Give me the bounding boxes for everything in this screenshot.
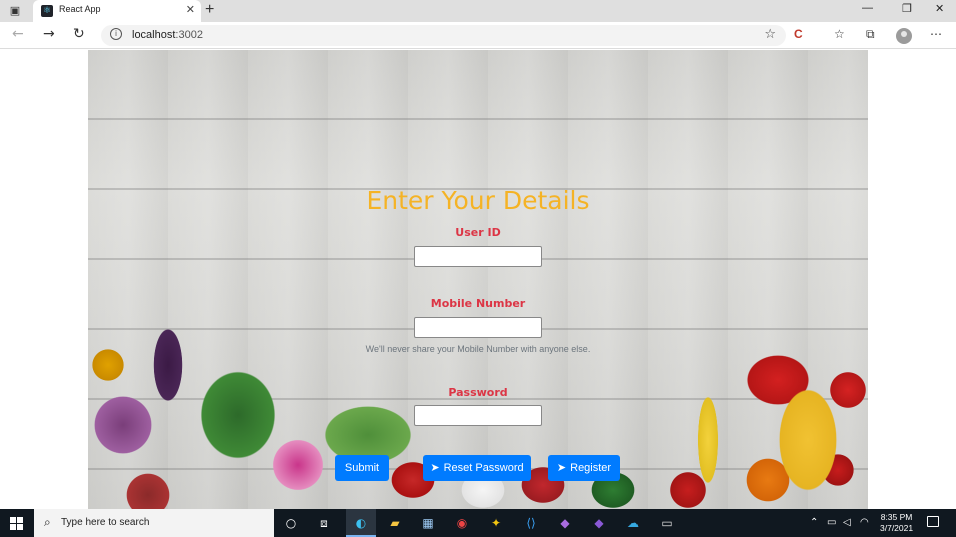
minimize-button[interactable]: — [862,2,873,14]
favorites-icon[interactable]: ☆ [834,27,845,41]
favorite-star-icon[interactable]: ☆ [764,27,776,42]
clock-date: 3/7/2021 [880,523,914,533]
store-icon[interactable]: ▦ [419,514,437,532]
visual-studio-alt-icon[interactable]: ◆ [590,514,608,532]
file-explorer-icon[interactable]: ▰ [386,514,404,532]
profile-avatar[interactable] [896,28,912,44]
register-label: Register [570,462,612,474]
search-icon: ⌕ [44,515,51,529]
docker-icon[interactable]: ☁ [624,514,642,532]
url-host: localhost [132,29,176,41]
chrome-icon[interactable]: ◉ [453,514,471,532]
more-menu-icon[interactable]: ⋯ [930,27,942,41]
taskbar-clock[interactable]: 8:35 PM 3/7/2021 [880,512,913,534]
new-tab-button[interactable]: + [205,1,214,19]
mobile-help-text: We'll never share your Mobile Number wit… [365,344,591,354]
taskbar-search[interactable]: ⌕ Type here to search [34,509,274,537]
url-port: :3002 [175,29,203,41]
windows-taskbar: ⌕ Type here to search ○ ⧈ ◐ ▰ ▦ ◉ ✦ ⟨⟩ ◆… [0,509,956,537]
submit-label: Submit [344,462,380,474]
terminal-icon[interactable]: ▭ [658,514,676,532]
info-icon[interactable]: i [110,28,122,40]
cortana-icon[interactable]: ○ [282,514,300,532]
react-icon: ⚛ [41,5,53,17]
windows-start-icon[interactable] [10,517,23,530]
refresh-icon[interactable]: ↻ [73,26,85,42]
visual-studio-icon[interactable]: ◆ [556,514,574,532]
close-window-button[interactable]: ✕ [935,2,944,15]
back-icon[interactable]: ← [12,26,24,42]
tab-actions-icon[interactable]: ▣ [8,4,22,18]
details-form: Enter Your Details User ID Mobile Number… [88,50,868,509]
reset-password-label: Reset Password [443,462,524,474]
password-label: Password [448,386,508,399]
tab-title: React App [59,4,101,14]
python-icon[interactable]: ✦ [487,514,505,532]
browser-toolbar: ← → ↻ i localhost:3002 ☆ C ☆ ⧉ ⋯ [0,22,956,49]
mobile-number-input[interactable] [414,317,542,338]
vscode-icon[interactable]: ⟨⟩ [522,514,540,532]
volume-icon[interactable]: ◁ [843,517,851,528]
form-title: Enter Your Details [366,186,590,215]
user-id-input[interactable] [414,246,542,267]
search-placeholder: Type here to search [61,517,150,528]
collections-icon[interactable]: ⧉ [866,27,875,42]
battery-icon[interactable]: ▭ [827,517,836,528]
submit-button[interactable]: Submit [335,455,389,481]
paper-plane-icon: ➤ [430,462,440,474]
register-button[interactable]: ➤ Register [548,455,620,481]
mobile-number-label: Mobile Number [430,297,526,310]
restore-button[interactable]: ❐ [902,2,912,15]
browser-tab[interactable]: ⚛ React App ✕ [33,0,201,22]
browser-tab-strip: ▣ ⚛ React App ✕ + — ❐ ✕ [0,0,956,22]
notifications-icon[interactable] [927,516,939,527]
paper-plane-icon: ➤ [556,462,567,474]
user-id-label: User ID [455,226,501,239]
close-tab-icon[interactable]: ✕ [186,3,195,16]
clock-time: 8:35 PM [880,512,913,522]
url-text[interactable]: localhost:3002 [132,29,203,41]
task-view-icon[interactable]: ⧈ [315,514,333,532]
page-body: Enter Your Details User ID Mobile Number… [0,50,956,509]
wifi-icon[interactable]: ◠ [860,517,869,528]
forward-icon[interactable]: → [43,26,55,42]
reset-password-button[interactable]: ➤ Reset Password [423,455,531,481]
extension-icon[interactable]: C [794,27,803,41]
hero-background: Enter Your Details User ID Mobile Number… [88,50,868,509]
password-input[interactable] [414,405,542,426]
tray-chevron-icon[interactable]: ⌃ [810,517,818,528]
address-bar[interactable]: i localhost:3002 ☆ [101,25,786,46]
edge-icon[interactable]: ◐ [352,514,370,532]
